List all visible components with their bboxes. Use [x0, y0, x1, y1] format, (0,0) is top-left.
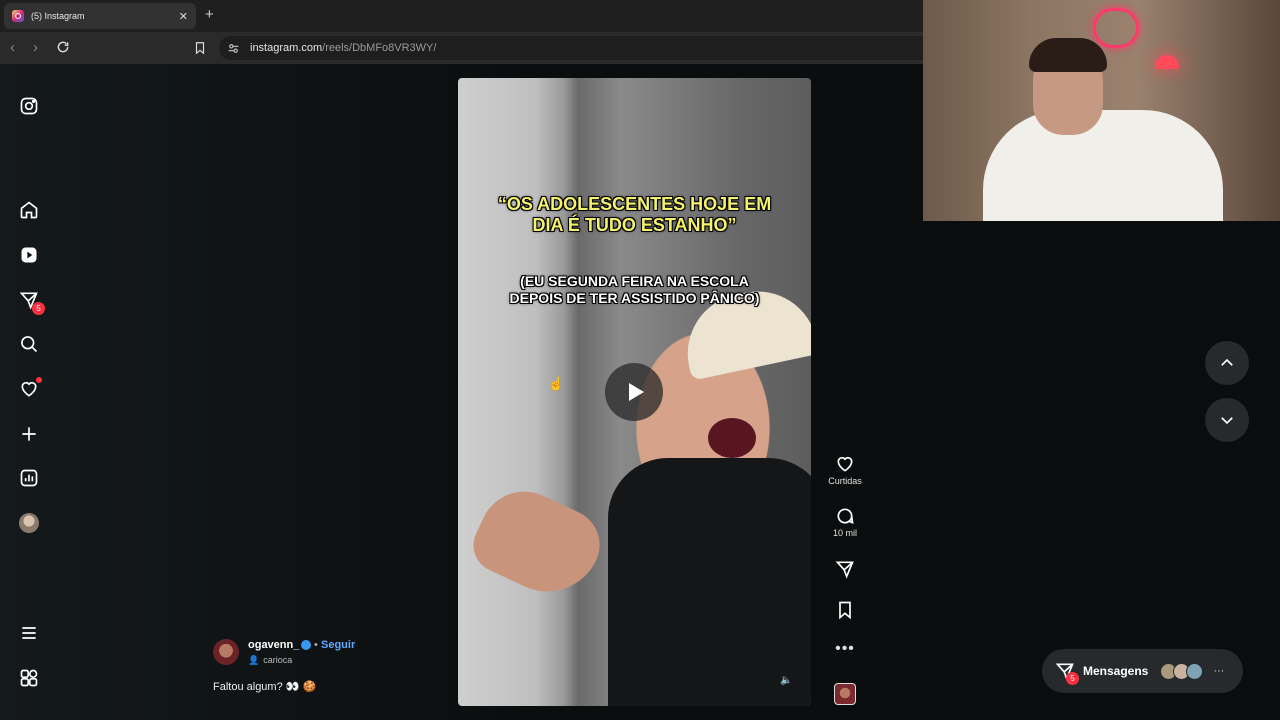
comment-icon [837, 508, 854, 524]
webcam-person-hair [1029, 38, 1107, 72]
verified-badge-icon [301, 640, 311, 650]
save-button[interactable] [824, 600, 866, 620]
home-icon[interactable] [19, 200, 39, 220]
next-reel-button[interactable] [1205, 398, 1249, 442]
messages-more-icon: ··· [1213, 665, 1225, 677]
dashboard-icon[interactable] [19, 468, 39, 488]
messages-label: Mensagens [1083, 664, 1149, 678]
instagram-favicon-icon [12, 10, 24, 22]
profile-avatar[interactable] [19, 513, 39, 533]
comments-count: 10 mil [832, 528, 857, 538]
mouse-cursor-icon: ☝ [548, 376, 565, 391]
user-icon: 👤 [248, 655, 260, 665]
heart-outline-icon [837, 456, 853, 472]
create-plus-icon[interactable] [19, 424, 39, 444]
volume-icon[interactable]: 🔈 [780, 675, 792, 686]
like-button[interactable]: Curtidas [824, 454, 866, 486]
follow-separator: • [314, 639, 318, 651]
reel-subject-shirt [608, 458, 811, 706]
direct-messages-icon[interactable]: 5 [19, 290, 45, 315]
webcam-neon-sign [1093, 8, 1139, 48]
webcam-overlay [923, 0, 1280, 221]
also-from-meta-icon[interactable] [19, 668, 39, 688]
messages-badge: 5 [1066, 672, 1079, 685]
play-button[interactable] [605, 363, 663, 421]
reels-icon[interactable] [19, 245, 39, 265]
url-path: /reels/DbMFo8VR3WY/ [322, 42, 437, 54]
avatar [19, 513, 39, 533]
more-options-icon[interactable]: ••• [824, 640, 866, 658]
url-host: instagram.com [250, 42, 323, 54]
notification-badge: 5 [32, 302, 45, 315]
share-button[interactable] [824, 559, 866, 579]
audio-thumbnail-image [834, 683, 856, 705]
author-avatar[interactable] [213, 639, 239, 665]
bookmark-icon [839, 601, 851, 620]
follow-button[interactable]: Seguir [321, 639, 355, 651]
comment-button[interactable]: 10 mil [824, 506, 866, 538]
messages-avatars [1160, 662, 1204, 680]
new-tab-icon[interactable]: + [205, 6, 214, 23]
chevron-up-icon [1221, 358, 1233, 366]
reel-caption-sub: (EU SEGUNDA FEIRA NA ESCOLA DEPOIS DE TE… [509, 273, 760, 306]
avatar [1186, 662, 1204, 680]
reel-caption-main: “OS ADOLESCENTES HOJE EM DIA É TUDO ESTA… [497, 194, 772, 235]
direct-icon: 5 [1055, 661, 1079, 685]
share-icon [835, 561, 854, 579]
audio-user-name: carioca [263, 655, 293, 665]
search-icon[interactable] [19, 334, 39, 354]
likes-label: Curtidas [828, 476, 862, 486]
reel-caption: Faltou algum? 👀 🍪 [213, 681, 317, 693]
forward-arrow-icon[interactable]: › [33, 40, 38, 56]
audio-info[interactable]: 👤 carioca [248, 655, 292, 666]
previous-reel-button[interactable] [1205, 341, 1249, 385]
messages-button[interactable]: 5 Mensagens ··· [1042, 649, 1243, 693]
url-text: instagram.com/reels/DbMFo8VR3WY/ [250, 42, 436, 54]
reload-icon[interactable] [56, 40, 70, 58]
address-bar[interactable]: instagram.com/reels/DbMFo8VR3WY/ [219, 36, 959, 60]
notification-dot [36, 377, 42, 383]
reel-author-info: ogavenn_ • Seguir 👤 carioca Faltou algum?… [213, 639, 453, 699]
reel-subject-face [708, 418, 756, 458]
webcam-person-shirt [983, 110, 1223, 221]
author-username[interactable]: ogavenn_ [248, 639, 299, 651]
instagram-logo-icon[interactable] [19, 96, 39, 116]
browser-tab[interactable]: (5) Instagram ✕ [4, 3, 196, 29]
audio-thumbnail[interactable] [824, 683, 866, 705]
site-info-icon[interactable] [227, 42, 240, 55]
back-arrow-icon[interactable]: ‹ [10, 40, 15, 56]
chevron-down-icon [1221, 417, 1233, 425]
tab-title: (5) Instagram [31, 11, 85, 21]
sidebar: 5 [0, 64, 58, 720]
heart-icon[interactable] [19, 377, 42, 399]
close-tab-icon[interactable]: ✕ [179, 10, 188, 23]
menu-icon[interactable] [19, 623, 39, 643]
reel-subject-hand [464, 476, 612, 610]
reel-video[interactable]: “OS ADOLESCENTES HOJE EM DIA É TUDO ESTA… [458, 78, 811, 706]
bookmark-icon[interactable] [193, 40, 207, 56]
